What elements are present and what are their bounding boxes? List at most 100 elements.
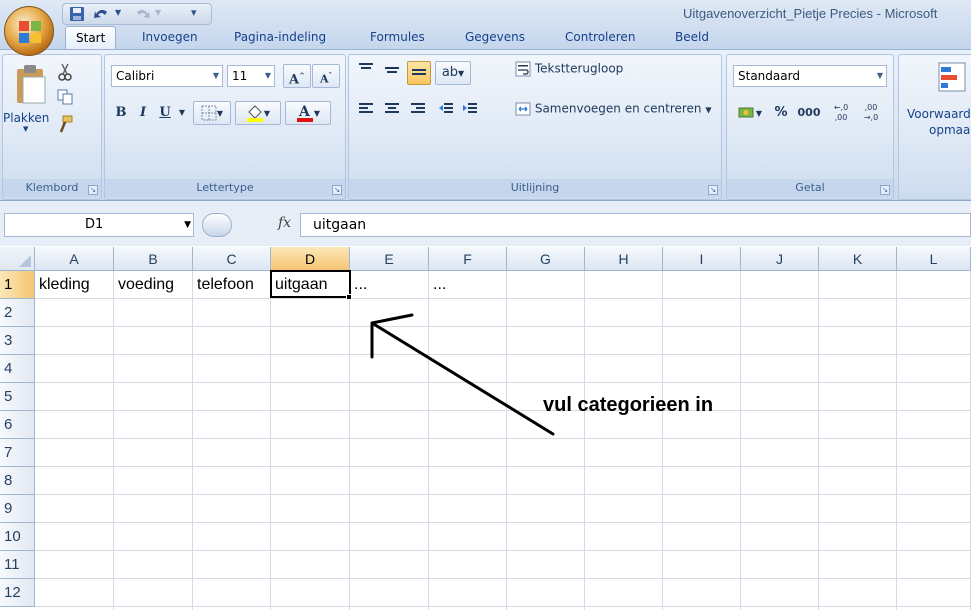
orientation-button[interactable]: ab▼ bbox=[435, 61, 471, 85]
underline-button[interactable]: U bbox=[155, 101, 175, 125]
formula-bar-expand-handle[interactable] bbox=[202, 213, 232, 237]
undo-icon[interactable] bbox=[93, 6, 111, 25]
merge-center-button[interactable]: Samenvoegen en centreren ▼ bbox=[515, 101, 712, 125]
select-all-button[interactable] bbox=[0, 247, 35, 271]
column-header-h[interactable]: H bbox=[585, 247, 663, 271]
cell-b1[interactable]: voeding bbox=[114, 271, 174, 299]
column-header-d[interactable]: D bbox=[271, 247, 350, 271]
currency-button[interactable]: ▼ bbox=[733, 101, 767, 125]
tab-formules[interactable]: Formules bbox=[370, 26, 425, 50]
format-painter-icon[interactable] bbox=[57, 115, 73, 136]
row-header-1[interactable]: 1 bbox=[0, 271, 35, 299]
grid-line bbox=[35, 550, 971, 551]
row-header-11[interactable]: 11 bbox=[0, 551, 35, 579]
row-header-3[interactable]: 3 bbox=[0, 327, 35, 355]
formula-input[interactable]: uitgaan bbox=[300, 213, 971, 237]
grid-line bbox=[662, 271, 663, 610]
row-header-7[interactable]: 7 bbox=[0, 439, 35, 467]
row-header-12[interactable]: 12 bbox=[0, 579, 35, 607]
align-bottom-button[interactable] bbox=[407, 61, 431, 85]
column-header-k[interactable]: K bbox=[819, 247, 897, 271]
cell-c1[interactable]: telefoon bbox=[193, 271, 254, 299]
column-header-b[interactable]: B bbox=[114, 247, 193, 271]
decrease-decimal-icon: ,00 →,0 bbox=[863, 103, 879, 122]
tab-beeld[interactable]: Beeld bbox=[675, 26, 709, 50]
conditional-formatting-button[interactable]: Voorwaard opmaa bbox=[903, 59, 971, 149]
tab-pagina-indeling[interactable]: Pagina-indeling bbox=[234, 26, 326, 50]
copy-icon[interactable] bbox=[57, 89, 73, 108]
decrease-indent-button[interactable] bbox=[435, 101, 457, 125]
row-header-6[interactable]: 6 bbox=[0, 411, 35, 439]
percent-button[interactable]: % bbox=[771, 101, 791, 125]
column-header-a[interactable]: A bbox=[35, 247, 114, 271]
borders-button[interactable]: ▼ bbox=[193, 101, 231, 125]
column-header-j[interactable]: J bbox=[741, 247, 819, 271]
worksheet-grid[interactable]: ABCDEFGHIJKL 1 2 3 4 5 6 7 8 9 10 11 12 kleding voed… bbox=[0, 247, 971, 610]
increase-indent-button[interactable] bbox=[459, 101, 481, 125]
tab-start[interactable]: Start bbox=[65, 26, 117, 50]
number-group: Standaard ▼ ▼ % 000 ←,0,00 ,00 →,0 Getal … bbox=[726, 54, 894, 200]
conditional-formatting-icon bbox=[938, 62, 966, 92]
font-name-select[interactable]: Calibri ▼ bbox=[111, 65, 223, 87]
grow-font-button[interactable]: A^ bbox=[283, 64, 311, 88]
column-header-l[interactable]: L bbox=[897, 247, 971, 271]
redo-icon[interactable] bbox=[133, 6, 151, 25]
number-format-select[interactable]: Standaard ▼ bbox=[733, 65, 887, 87]
decrease-decimal-button[interactable]: ,00 →,0 bbox=[857, 99, 885, 123]
fill-handle[interactable] bbox=[346, 294, 352, 300]
align-right-button[interactable] bbox=[407, 101, 429, 125]
wrap-text-button[interactable]: Tekstterugloop bbox=[515, 61, 623, 85]
row-header-8[interactable]: 8 bbox=[0, 467, 35, 495]
chevron-down-icon: ▼ bbox=[876, 71, 883, 80]
tab-controleren[interactable]: Controleren bbox=[565, 26, 635, 50]
font-color-icon: A bbox=[296, 104, 313, 122]
row-header-2[interactable]: 2 bbox=[0, 299, 35, 327]
cell-f1[interactable]: ... bbox=[429, 271, 446, 299]
column-header-i[interactable]: I bbox=[663, 247, 741, 271]
cut-icon[interactable] bbox=[57, 63, 73, 84]
align-top-button[interactable] bbox=[355, 61, 377, 85]
customize-qat-icon[interactable]: ▾ bbox=[191, 6, 197, 19]
fill-color-button[interactable]: ▼ bbox=[235, 101, 281, 125]
paste-dropdown-icon[interactable]: ▼ bbox=[23, 125, 28, 133]
column-header-c[interactable]: C bbox=[193, 247, 271, 271]
font-launcher-icon[interactable]: ↘ bbox=[332, 185, 342, 195]
row-header-10[interactable]: 10 bbox=[0, 523, 35, 551]
align-middle-button[interactable] bbox=[381, 61, 403, 85]
number-launcher-icon[interactable]: ↘ bbox=[880, 185, 890, 195]
name-box[interactable]: D1 ▼ bbox=[4, 213, 194, 237]
italic-button[interactable]: I bbox=[133, 101, 153, 125]
bold-button[interactable]: B bbox=[111, 101, 131, 125]
chevron-down-icon[interactable]: ▼ bbox=[184, 214, 191, 236]
row-header-5[interactable]: 5 bbox=[0, 383, 35, 411]
undo-dropdown-icon[interactable]: ▼ bbox=[115, 8, 121, 17]
align-center-button[interactable] bbox=[381, 101, 403, 125]
save-icon[interactable] bbox=[69, 6, 85, 25]
underline-dropdown-icon[interactable]: ▼ bbox=[175, 101, 189, 125]
tab-invoegen[interactable]: Invoegen bbox=[142, 26, 198, 50]
alignment-launcher-icon[interactable]: ↘ bbox=[708, 185, 718, 195]
clipboard-launcher-icon[interactable]: ↘ bbox=[88, 185, 98, 195]
row-header-9[interactable]: 9 bbox=[0, 495, 35, 523]
column-header-g[interactable]: G bbox=[507, 247, 585, 271]
shrink-font-button[interactable]: Aˇ bbox=[312, 64, 340, 88]
office-logo-icon bbox=[19, 21, 41, 43]
office-button[interactable] bbox=[4, 6, 54, 56]
font-size-select[interactable]: 11 ▼ bbox=[227, 65, 275, 87]
cell-a1[interactable]: kleding bbox=[35, 271, 90, 299]
font-color-button[interactable]: A ▼ bbox=[285, 101, 331, 125]
insert-function-icon[interactable]: fx bbox=[278, 215, 291, 231]
column-header-f[interactable]: F bbox=[429, 247, 507, 271]
cell-e1[interactable]: ... bbox=[350, 271, 367, 299]
merge-dropdown-icon[interactable]: ▼ bbox=[705, 106, 711, 115]
redo-dropdown-icon[interactable]: ▼ bbox=[155, 8, 161, 17]
align-center-icon bbox=[385, 103, 399, 113]
row-header-4[interactable]: 4 bbox=[0, 355, 35, 383]
align-left-button[interactable] bbox=[355, 101, 377, 125]
thousands-button[interactable]: 000 bbox=[795, 101, 823, 125]
increase-decimal-button[interactable]: ←,0,00 bbox=[827, 99, 855, 123]
tab-gegevens[interactable]: Gegevens bbox=[465, 26, 525, 50]
column-header-e[interactable]: E bbox=[350, 247, 429, 271]
paste-button[interactable]: Plakken ▼ bbox=[3, 61, 53, 141]
merge-center-icon bbox=[515, 102, 531, 116]
